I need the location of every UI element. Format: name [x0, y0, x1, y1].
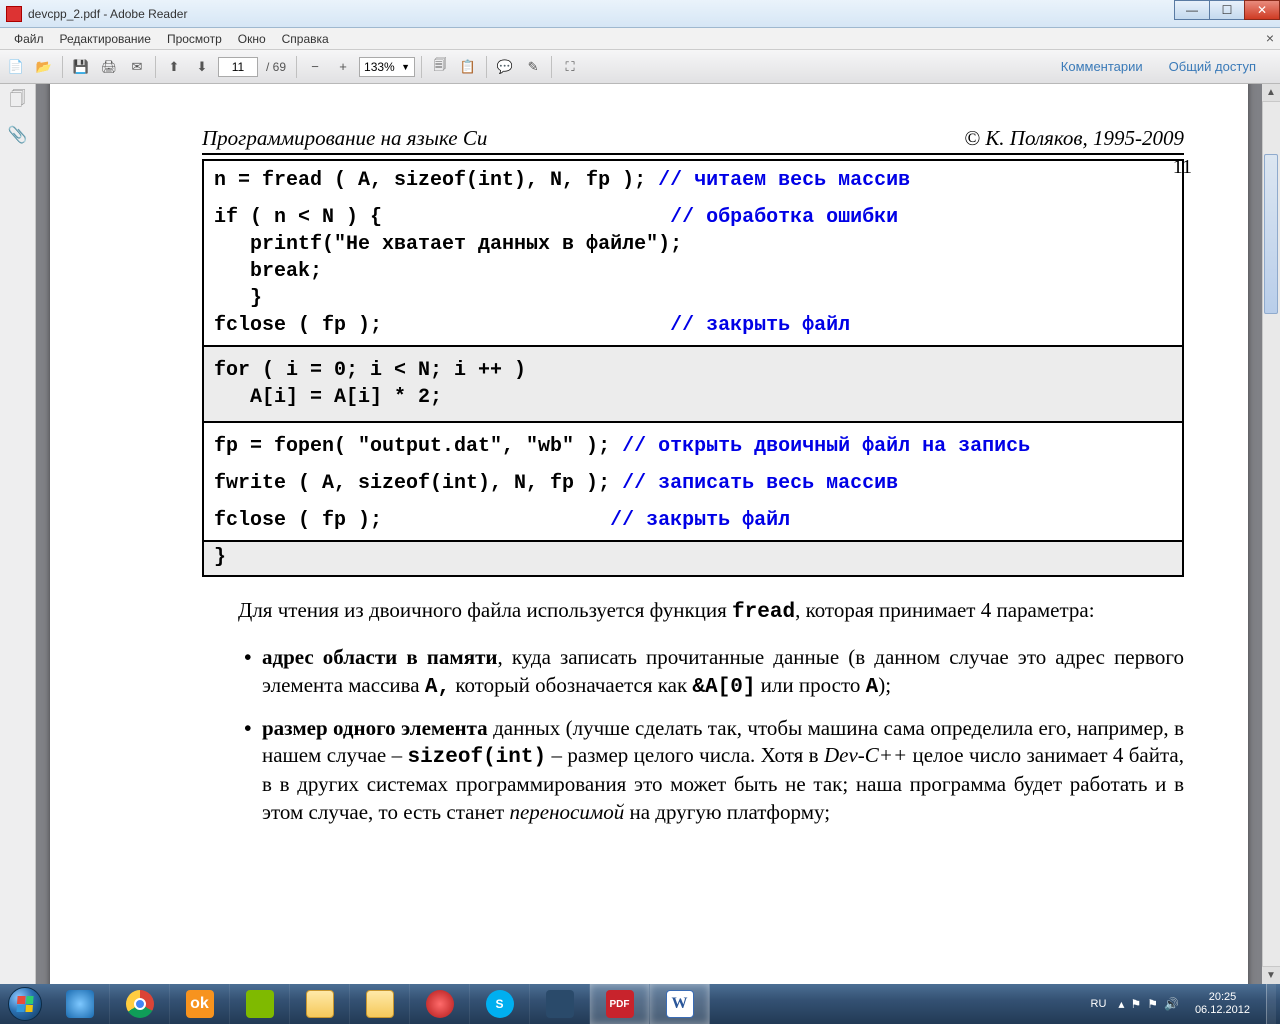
scroll-thumb[interactable] [1264, 154, 1278, 314]
taskbar-explorer[interactable] [290, 984, 350, 1024]
window-titlebar: devcpp_2.pdf - Adobe Reader — ☐ ✕ [0, 0, 1280, 28]
header-left: Программирование на языке Си [202, 126, 487, 151]
header-right: © К. Поляков, 1995-2009 [964, 126, 1184, 151]
read-mode-icon[interactable]: ⛶ [558, 55, 582, 79]
menu-help[interactable]: Справка [274, 30, 337, 48]
clock[interactable]: 20:25 06.12.2012 [1187, 991, 1258, 1017]
minimize-button[interactable]: — [1174, 0, 1210, 20]
windows-taskbar: ok S PDF W RU ▴ ⚑ ⚑ 🔊 20:25 06.12.2012 [0, 984, 1280, 1024]
chevron-down-icon: ▼ [401, 62, 410, 72]
tray-flag-icon[interactable]: ⚑ [1130, 997, 1141, 1011]
highlight-icon[interactable]: ✎ [521, 55, 545, 79]
share-panel-link[interactable]: Общий доступ [1163, 55, 1262, 78]
page-number-input[interactable] [218, 57, 258, 77]
window-close-button[interactable]: ✕ [1244, 0, 1280, 20]
tray-network-icon[interactable]: ⚑ [1147, 997, 1158, 1011]
list-item: адрес области в памяти, куда записать пр… [262, 644, 1184, 701]
show-desktop-button[interactable] [1266, 984, 1276, 1024]
tool-save-icon[interactable]: 🗐 [428, 55, 452, 79]
taskbar-downloads[interactable] [530, 984, 590, 1024]
zoom-select[interactable]: 133%▼ [359, 57, 415, 77]
taskbar-chrome[interactable] [110, 984, 170, 1024]
scroll-down-icon[interactable]: ▼ [1262, 966, 1280, 984]
side-panel: 🗍 📎 [0, 84, 36, 984]
tray-show-hidden-icon[interactable]: ▴ [1118, 997, 1124, 1011]
tool-snapshot-icon[interactable]: 📋 [456, 55, 480, 79]
comments-panel-link[interactable]: Комментарии [1055, 55, 1149, 78]
list-item: размер одного элемента данных (лучше сде… [262, 715, 1184, 826]
page-down-icon[interactable]: ⬇ [190, 55, 214, 79]
taskbar-skype[interactable]: S [470, 984, 530, 1024]
vertical-scrollbar[interactable]: ▲ ▼ [1262, 84, 1280, 984]
taskbar-ie[interactable] [50, 984, 110, 1024]
taskbar-ok[interactable]: ok [170, 984, 230, 1024]
attachments-icon[interactable]: 📎 [7, 124, 29, 146]
scroll-up-icon[interactable]: ▲ [1262, 84, 1280, 102]
save-icon[interactable]: 💾 [69, 55, 93, 79]
menu-bar: Файл Редактирование Просмотр Окно Справк… [0, 28, 1280, 50]
page-number-label: 11 [1173, 156, 1192, 179]
body-paragraph: Для чтения из двоичного файла использует… [202, 597, 1184, 626]
zoom-out-icon[interactable]: − [303, 55, 327, 79]
document-running-header: Программирование на языке Си © К. Поляко… [202, 126, 1184, 155]
language-indicator[interactable]: RU [1087, 996, 1111, 1012]
email-icon[interactable]: ✉ [125, 55, 149, 79]
zoom-in-icon[interactable]: + [331, 55, 355, 79]
bullet-list: адрес области в памяти, куда записать пр… [202, 644, 1184, 826]
window-title: devcpp_2.pdf - Adobe Reader [28, 7, 187, 21]
pdf-page: 11 Программирование на языке Си © К. Пол… [50, 84, 1248, 984]
maximize-button[interactable]: ☐ [1209, 0, 1245, 20]
menu-window[interactable]: Окно [230, 30, 274, 48]
menu-view[interactable]: Просмотр [159, 30, 230, 48]
tray-volume-icon[interactable]: 🔊 [1164, 997, 1179, 1011]
taskbar-word[interactable]: W [650, 984, 710, 1024]
page-up-icon[interactable]: ⬆ [162, 55, 186, 79]
taskbar-opera[interactable] [410, 984, 470, 1024]
menu-edit[interactable]: Редактирование [52, 30, 159, 48]
start-button[interactable] [0, 984, 50, 1024]
app-icon [6, 6, 22, 22]
document-viewport[interactable]: 11 Программирование на языке Си © К. Пол… [36, 84, 1280, 984]
code-listing: n = fread ( A, sizeof(int), N, fp ); // … [202, 159, 1184, 577]
print-icon[interactable]: 🖨 [97, 55, 121, 79]
page-total-label: / 69 [262, 60, 290, 74]
taskbar-utorrent[interactable] [230, 984, 290, 1024]
taskbar-adobe-reader[interactable]: PDF [590, 984, 650, 1024]
document-close-button[interactable]: × [1266, 30, 1274, 46]
system-tray: RU ▴ ⚑ ⚑ 🔊 20:25 06.12.2012 [1087, 984, 1280, 1024]
menu-file[interactable]: Файл [6, 30, 52, 48]
comment-bubble-icon[interactable]: 💬 [493, 55, 517, 79]
thumbnails-icon[interactable]: 🗍 [7, 90, 29, 112]
open-icon[interactable]: 📂 [32, 55, 56, 79]
taskbar-explorer-2[interactable] [350, 984, 410, 1024]
toolbar: 📄 📂 💾 🖨 ✉ ⬆ ⬇ / 69 − + 133%▼ 🗐 📋 💬 ✎ ⛶ К… [0, 50, 1280, 84]
export-pdf-icon[interactable]: 📄 [4, 55, 28, 79]
